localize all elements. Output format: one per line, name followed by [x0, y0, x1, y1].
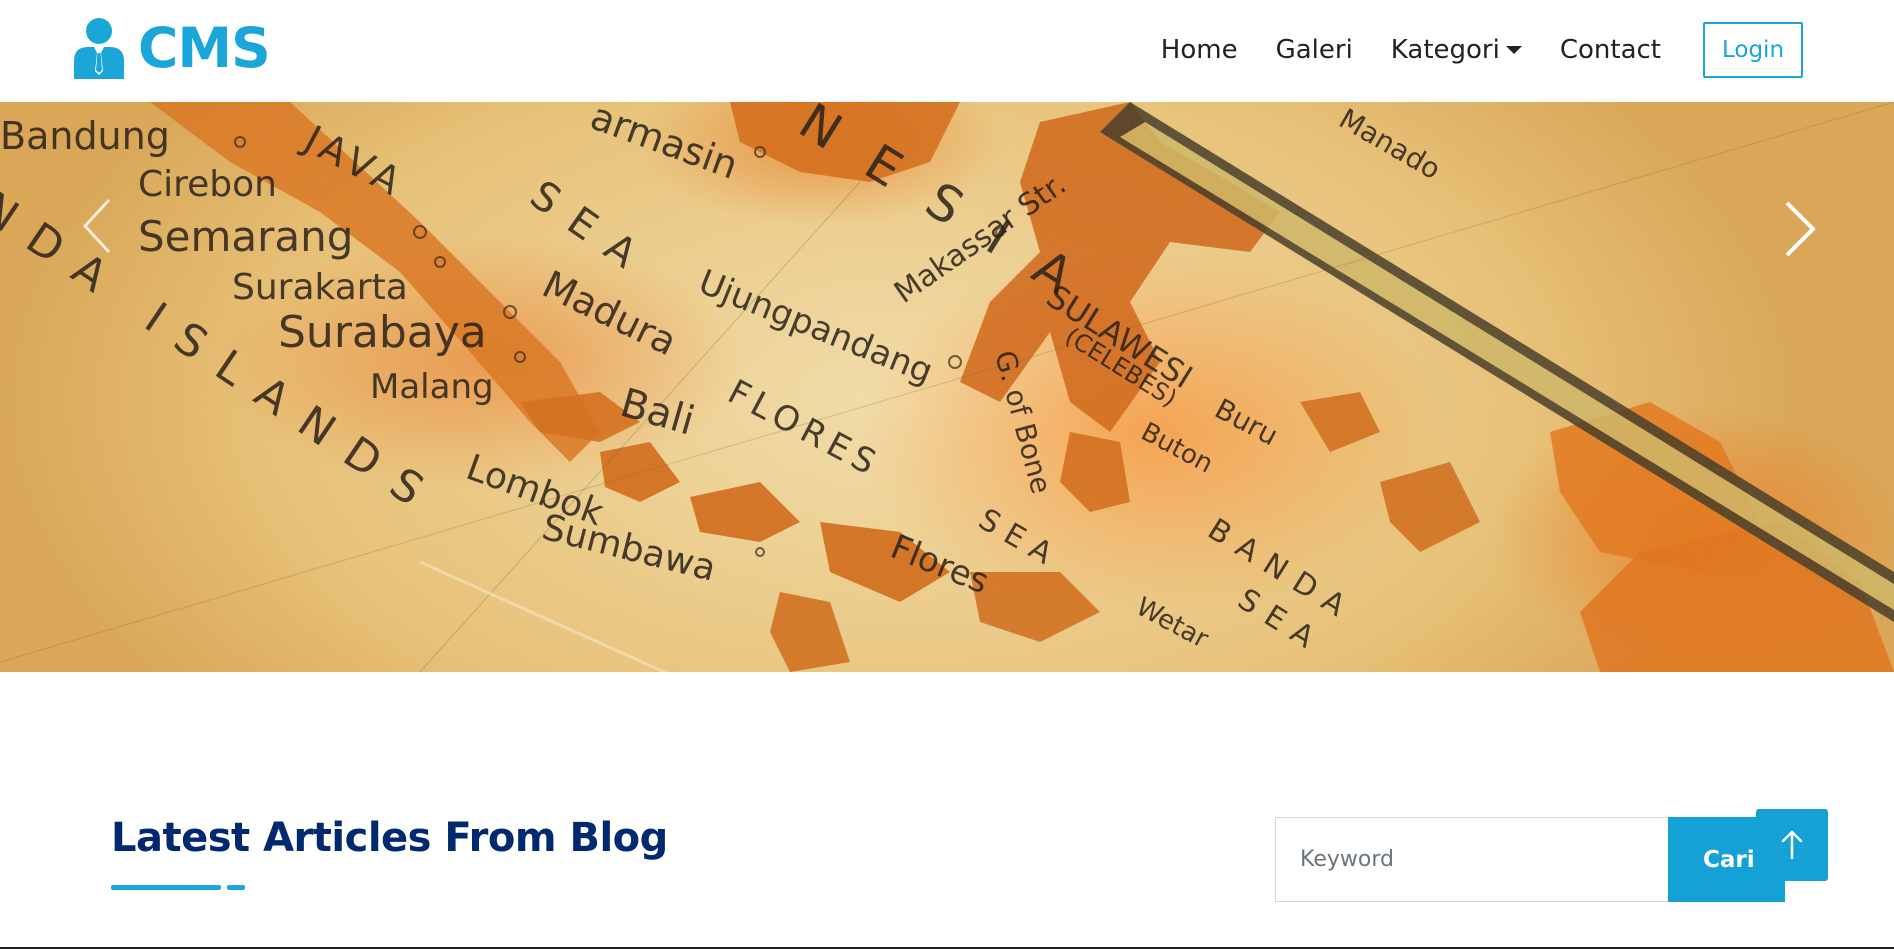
nav-item-kategori-label: Kategori	[1390, 35, 1500, 65]
main-nav: Home Galeri Kategori Contact Login	[1161, 22, 1894, 78]
section-title: Latest Articles From Blog	[111, 815, 668, 861]
login-button[interactable]: Login	[1703, 22, 1803, 78]
hero-carousel: Bandung JAVA Cirebon Semarang Surakarta …	[0, 102, 1894, 672]
chevron-right-icon	[1785, 201, 1816, 257]
map-label: Surakarta	[232, 267, 408, 308]
nav-item-galeri[interactable]: Galeri	[1276, 35, 1353, 65]
back-to-top-button[interactable]	[1756, 809, 1828, 881]
nav-item-home[interactable]: Home	[1161, 35, 1238, 65]
caret-down-icon	[1505, 46, 1522, 54]
underline-long	[111, 885, 221, 890]
carousel-next-control[interactable]	[1775, 197, 1825, 267]
map-label: Cirebon	[138, 164, 277, 205]
underline-short	[227, 885, 245, 890]
search-input[interactable]	[1275, 817, 1668, 902]
brand-logo[interactable]: CMS	[72, 16, 271, 80]
map-label: Semarang	[138, 212, 354, 261]
carousel-prev-control[interactable]	[75, 192, 125, 262]
brand-name: CMS	[138, 16, 271, 80]
nav-item-contact[interactable]: Contact	[1560, 35, 1661, 65]
title-underline	[111, 885, 245, 890]
map-label: Bandung	[0, 114, 170, 158]
search-form: Cari	[1275, 817, 1785, 902]
navbar: CMS Home Galeri Kategori Contact Login	[0, 0, 1894, 102]
arrow-up-icon	[1781, 830, 1803, 860]
chevron-left-icon	[82, 198, 111, 254]
map-label: Surabaya	[278, 307, 487, 358]
map-label: Malang	[370, 367, 494, 407]
nav-item-kategori-dropdown[interactable]: Kategori	[1391, 35, 1522, 65]
user-tie-icon	[74, 18, 124, 79]
